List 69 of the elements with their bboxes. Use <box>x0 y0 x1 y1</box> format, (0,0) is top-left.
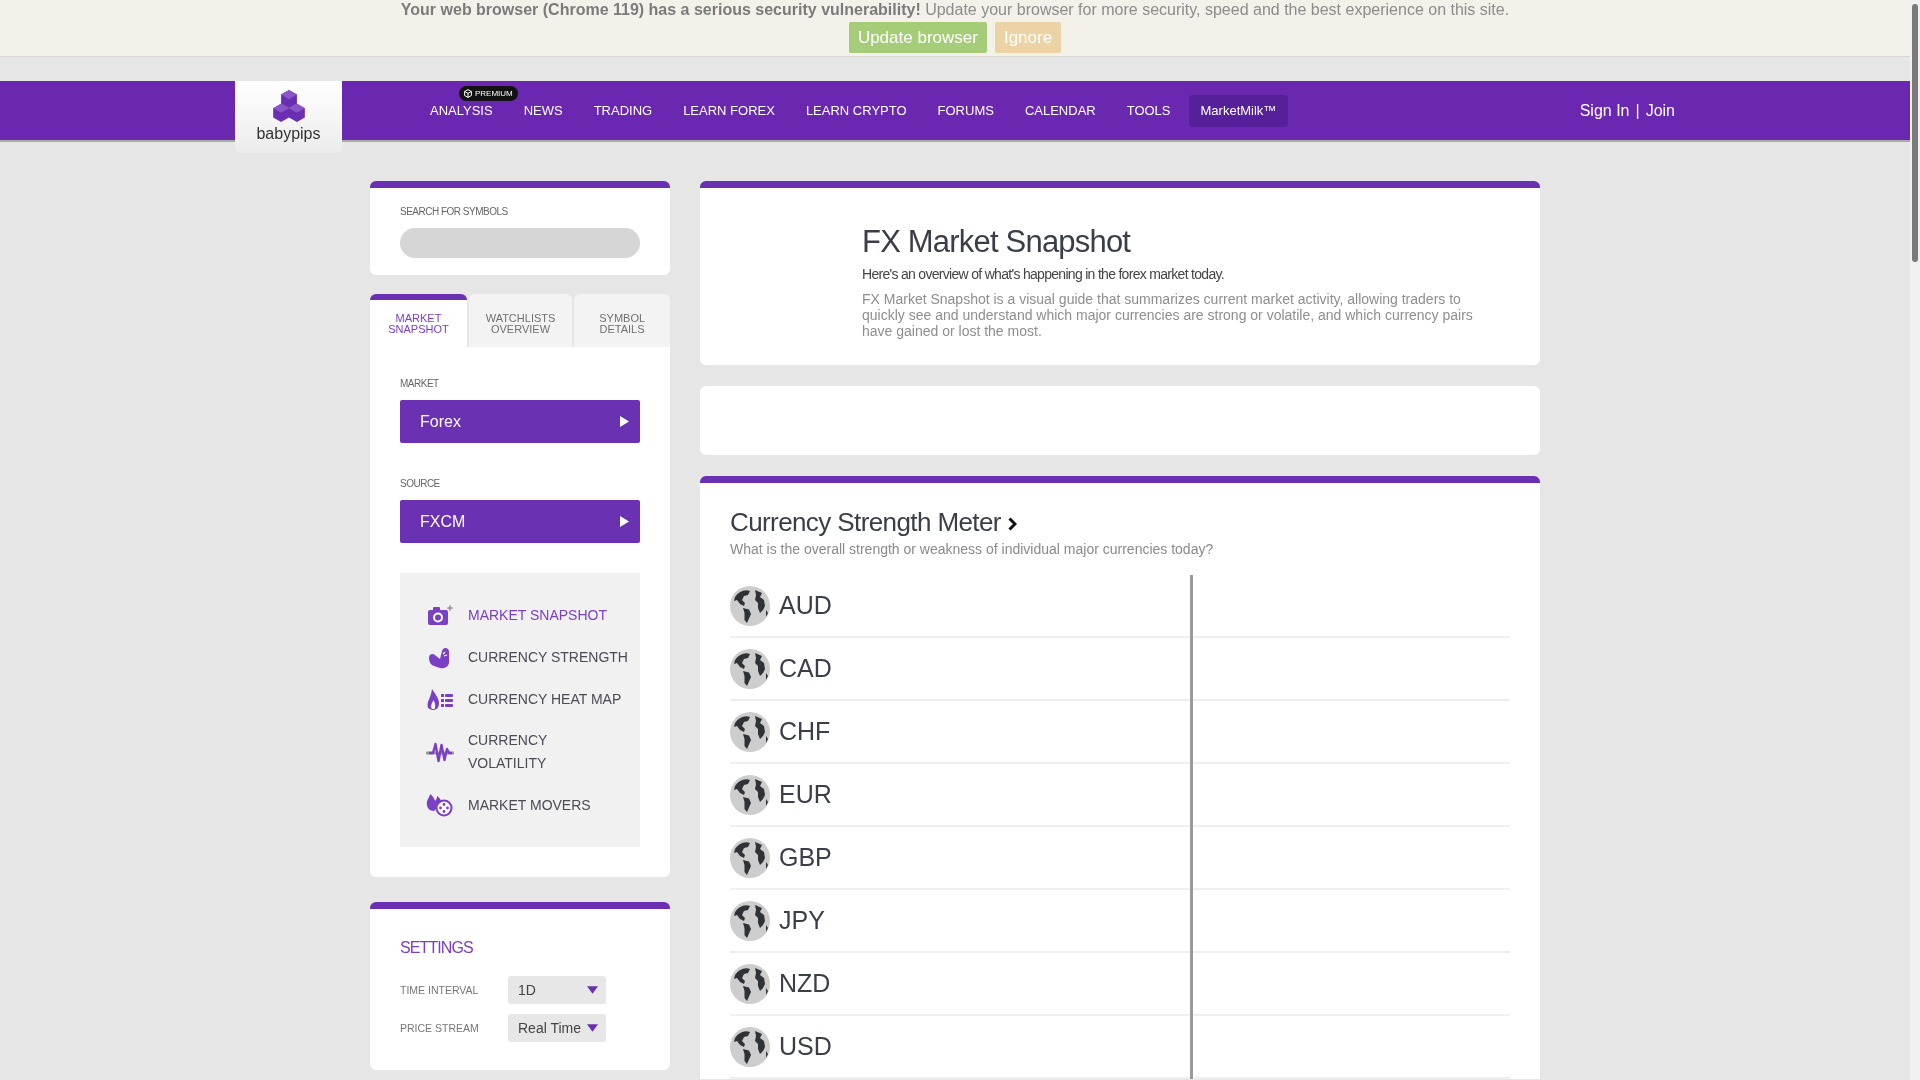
nav-link[interactable]: LEARN FOREX <box>683 103 775 118</box>
page-description: FX Market Snapshot is a visual guide that summarizes current market activity, allowing traders to quickly see and understand which major currencies are strong or volatile, and which currency pairs have gained or lost the most. <box>862 291 1474 339</box>
currency-label: EUR <box>779 780 832 809</box>
page-subtitle: Here's an overview of what's happening in the forex market today. <box>862 265 1225 283</box>
nav-link[interactable]: FORUMS <box>937 103 994 118</box>
select-field[interactable]: Real Time <box>508 1014 606 1042</box>
currency-label: JPY <box>779 906 825 935</box>
nav-link[interactable]: TRADING <box>593 103 653 118</box>
menu-item[interactable]: CURRENCY STRENGTH <box>426 645 640 669</box>
field-label: MARKET <box>400 378 439 390</box>
banner-message: Your web browser (Chrome 119) has a serious security vulnerability! Update your browser for more security, speed and the best experience on this site. <box>400 1 1510 19</box>
cube-icon <box>464 89 472 98</box>
search-field[interactable] <box>400 228 640 258</box>
market-dropdown[interactable]: Forex <box>400 400 640 443</box>
globe-icon <box>730 837 770 878</box>
tab[interactable]: SYMBOL DETAILS <box>574 294 670 347</box>
scrollbar-thumb[interactable] <box>1912 4 1918 262</box>
cubes-icon <box>272 90 305 122</box>
currency-label: CAD <box>779 654 832 683</box>
menu-item[interactable]: CURRENCY VOLATILITY <box>426 729 640 775</box>
page-title: FX Market Snapshot <box>862 224 1132 260</box>
nav-link[interactable]: NEWS <box>523 103 563 118</box>
nav-button[interactable]: MarketMilk™ <box>1188 94 1289 127</box>
section-title-link[interactable]: Currency Strength Meter <box>730 507 1001 537</box>
nav-link[interactable]: LEARN CRYPTO <box>805 103 907 118</box>
scrollbar[interactable] <box>1910 0 1920 1080</box>
join-link[interactable]: Join <box>1645 101 1675 120</box>
waveform-icon <box>426 740 454 764</box>
field-label: TIME INTERVAL <box>400 984 480 996</box>
tab[interactable]: MARKET SNAPSHOT <box>370 294 467 347</box>
currency-label: USD <box>779 1032 832 1061</box>
nav-link[interactable]: ANALYSIS <box>430 103 493 118</box>
caret-down-icon <box>587 1024 598 1032</box>
source-dropdown[interactable]: FXCM <box>400 500 640 543</box>
currency-label: GBP <box>779 843 832 872</box>
logo-tile[interactable]: babypips <box>235 81 342 153</box>
flame-wheel-icon <box>426 793 454 817</box>
currency-label: AUD <box>779 591 832 620</box>
field-label: PRICE STREAM <box>400 1022 480 1034</box>
nav-link[interactable]: CALENDAR <box>1024 103 1096 118</box>
field-label: SOURCE <box>400 478 440 490</box>
settings-title: SETTINGS <box>400 939 473 957</box>
globe-icon <box>730 1026 770 1067</box>
currency-label: NZD <box>779 969 831 998</box>
separator-text: | <box>1635 101 1640 120</box>
flame-list-icon <box>426 687 454 711</box>
camera-icon <box>426 603 454 627</box>
globe-icon <box>730 648 770 689</box>
chevron-right-icon <box>1007 517 1017 531</box>
sign-in-link[interactable]: Sign In <box>1579 101 1630 120</box>
caret-down-icon <box>587 986 598 994</box>
logo-text: babypips <box>256 125 321 143</box>
globe-icon <box>730 774 770 815</box>
badge-label: PREMIUM <box>475 89 513 98</box>
globe-icon <box>730 900 770 941</box>
menu-item[interactable]: CURRENCY HEAT MAP <box>426 687 640 711</box>
nav-link[interactable]: TOOLS <box>1126 103 1171 118</box>
globe-icon <box>730 585 770 626</box>
select-field[interactable]: 1D <box>508 976 606 1004</box>
menu-item[interactable]: MARKET MOVERS <box>426 793 640 817</box>
globe-icon <box>730 711 770 752</box>
menu-item[interactable]: MARKET SNAPSHOT <box>426 603 640 627</box>
currency-label: CHF <box>779 717 831 746</box>
tab[interactable]: WATCHLISTS OVERVIEW <box>469 294 572 347</box>
field-label: SEARCH FOR SYMBOLS <box>400 206 508 218</box>
section-subtitle: What is the overall strength or weakness of individual major currencies today? <box>730 541 1215 557</box>
caret-right-icon <box>620 416 629 427</box>
caret-right-icon <box>620 516 629 527</box>
globe-icon <box>730 963 770 1004</box>
